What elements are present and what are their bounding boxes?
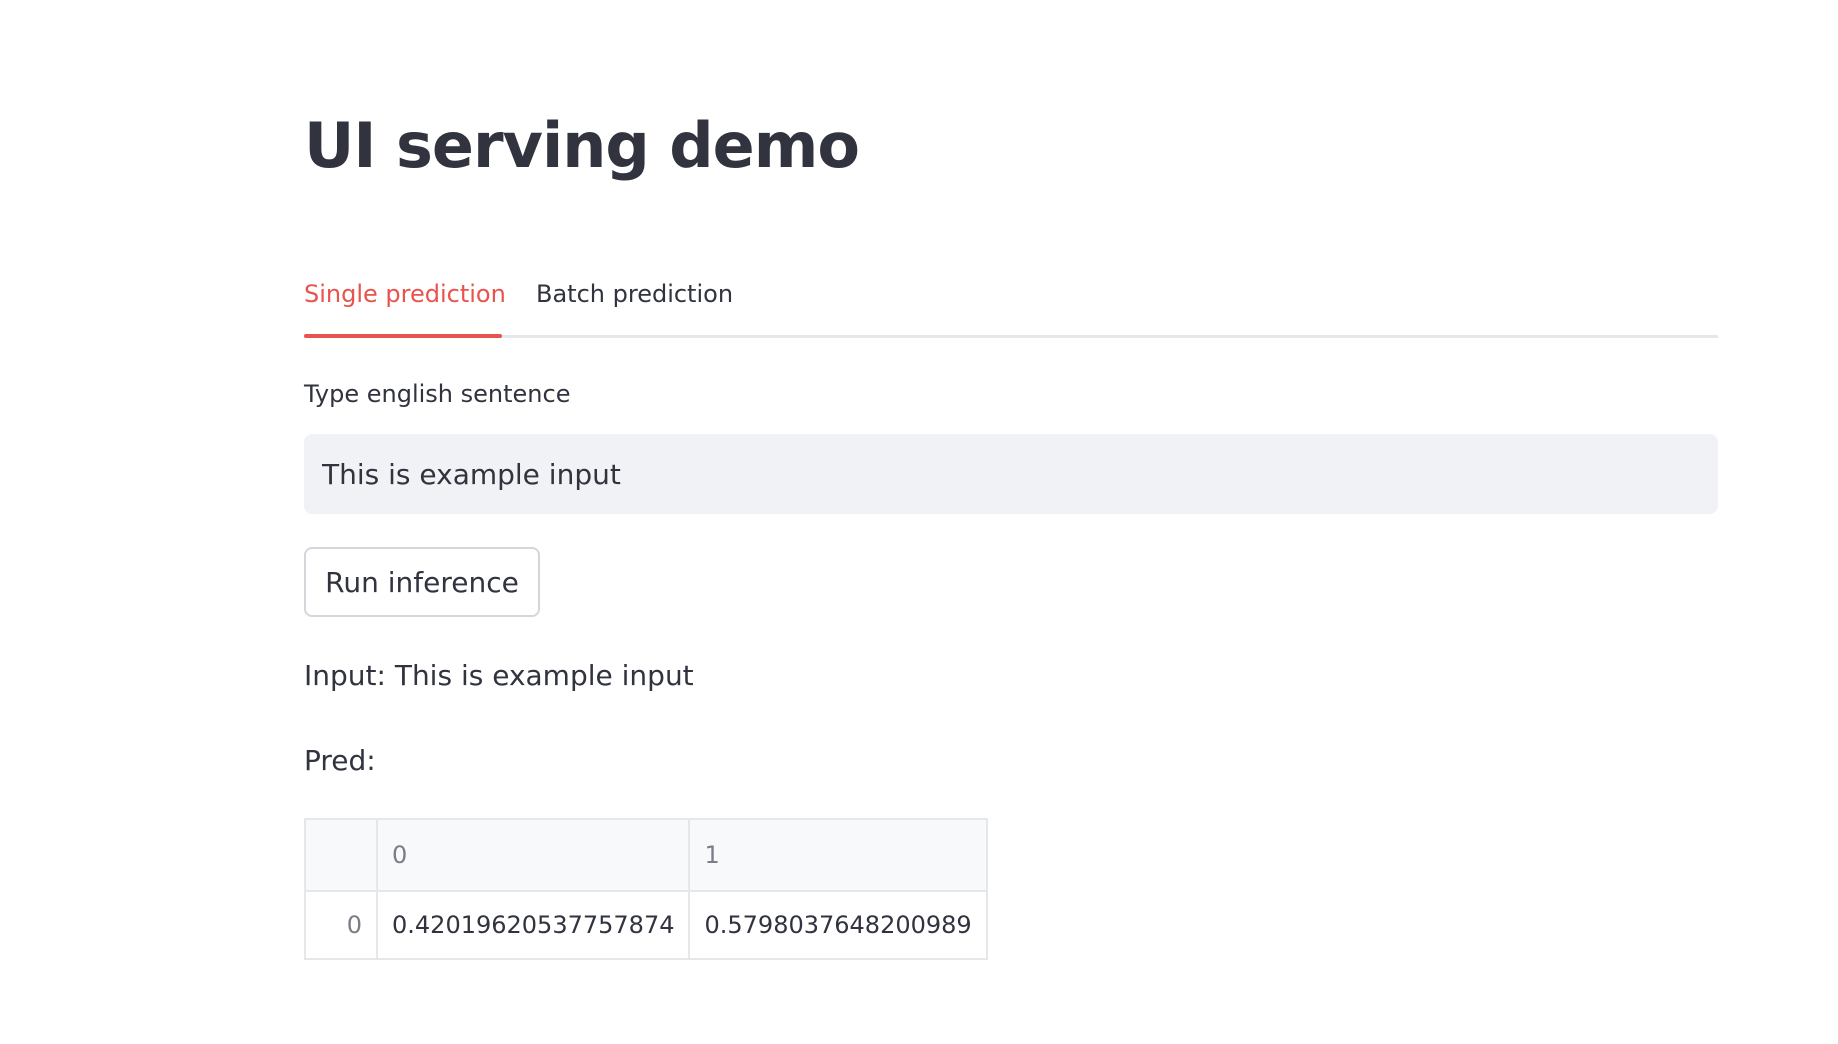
tab-bar: Single prediction Batch prediction — [304, 272, 1718, 338]
sentence-input[interactable] — [304, 434, 1718, 514]
page-title: UI serving demo — [304, 109, 860, 182]
column-header: 0 — [375, 818, 691, 892]
table-cell: 0.5798037648200989 — [688, 890, 988, 960]
tab-underline-rule — [304, 335, 1718, 338]
column-header: 1 — [688, 818, 988, 892]
row-index: 0 — [304, 890, 378, 960]
sentence-input-label: Type english sentence — [304, 380, 571, 408]
table-corner-cell — [304, 818, 378, 892]
tab-batch-prediction[interactable]: Batch prediction — [536, 272, 736, 338]
input-echo-text: Input: This is example input — [304, 659, 694, 692]
table-row: 0 0.42019620537757874 0.5798037648200989 — [304, 890, 988, 960]
table-cell: 0.42019620537757874 — [375, 890, 691, 960]
table-header-row: 0 1 — [304, 818, 988, 892]
tab-single-prediction[interactable]: Single prediction — [304, 272, 506, 338]
prediction-table: 0 1 0 0.42019620537757874 0.579803764820… — [304, 818, 988, 960]
pred-label: Pred: — [304, 744, 376, 777]
run-inference-button[interactable]: Run inference — [304, 547, 540, 617]
